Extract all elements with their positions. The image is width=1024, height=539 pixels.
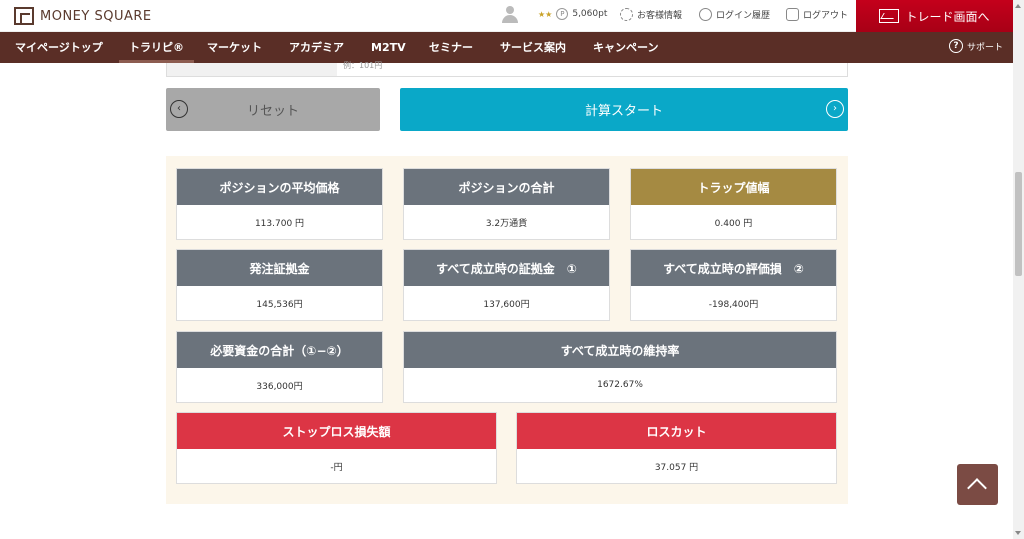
trade-screen-label: トレード画面へ [905, 9, 990, 24]
nav-item-academia[interactable]: アカデミア [289, 32, 344, 63]
calculate-start-button[interactable]: 計算スタート › [400, 88, 848, 131]
result-value: 1672.67% [597, 380, 643, 390]
nav-item-traripi[interactable]: トラリピ® [119, 32, 194, 63]
back-to-top-button[interactable] [957, 464, 998, 505]
result-stop-loss: ストップロス損失額 -円 [176, 412, 497, 484]
points-display: ★★ P 5,060pt [538, 8, 607, 20]
support-label: サポート [966, 42, 1003, 53]
result-label: ストップロス損失額 [177, 413, 496, 449]
nav-item-m2tv[interactable]: M2TV [371, 32, 406, 63]
main-nav: マイページトップ トラリピ® マーケット アカデミア M2TV セミナー サービ… [0, 32, 1013, 63]
customer-info-link[interactable]: お客様情報 [620, 8, 682, 21]
result-loss-cut: ロスカット 37.057 円 [516, 412, 837, 484]
result-label: ポジションの合計 [404, 169, 609, 205]
result-value: 113.700 円 [254, 218, 305, 229]
reset-button[interactable]: ‹ リセット [166, 88, 380, 131]
point-coin-icon: P [556, 8, 569, 20]
input-label-cell [167, 63, 337, 76]
result-value: 37.057 円 [654, 462, 699, 473]
arrow-right-circle-icon: › [826, 100, 844, 118]
scroll-down-arrow-icon[interactable] [1015, 531, 1021, 535]
points-value: 5,060pt [572, 9, 608, 19]
arrow-left-circle-icon: ‹ [170, 100, 188, 118]
result-position-total: ポジションの合計 3.2万通貨 [403, 168, 610, 240]
top-header: MONEY SQUARE ★★ P 5,060pt お客様情報 ログイン履歴 ロ… [0, 0, 1013, 32]
result-value: 0.400 円 [714, 218, 753, 229]
result-label: すべて成立時の維持率 [404, 332, 836, 368]
result-label: トラップ値幅 [631, 169, 836, 205]
result-value: 145,536円 [256, 299, 303, 310]
logo-mark-icon [14, 7, 34, 25]
results-panel: ポジションの平均価格 113.700 円 ポジションの合計 3.2万通貨 トラッ… [166, 156, 848, 504]
brand-name: MONEY SQUARE [40, 8, 152, 24]
nav-item-mypage[interactable]: マイページトップ [15, 32, 103, 63]
login-history-label: ログイン履歴 [716, 11, 771, 21]
customer-info-label: お客様情報 [637, 11, 683, 21]
trade-screen-button[interactable]: トレード画面へ [856, 0, 1013, 32]
history-clock-icon [699, 8, 712, 21]
result-label: 必要資金の合計（①−②） [177, 332, 382, 368]
chart-icon [879, 9, 900, 23]
brand-logo[interactable]: MONEY SQUARE [14, 7, 152, 25]
result-label: すべて成立時の証拠金 ① [404, 250, 609, 286]
start-label: 計算スタート [584, 104, 663, 119]
nav-item-market[interactable]: マーケット [207, 32, 262, 63]
result-required-funds: 必要資金の合計（①−②） 336,000円 [176, 331, 383, 403]
result-order-margin: 発注証拠金 145,536円 [176, 249, 383, 321]
result-margin-all-filled: すべて成立時の証拠金 ① 137,600円 [403, 249, 610, 321]
nav-item-campaign[interactable]: キャンペーン [593, 32, 658, 63]
input-hint: 例：101円 [343, 61, 383, 70]
support-link[interactable]: ? サポート [948, 39, 1003, 53]
result-value: 137,600円 [483, 299, 530, 310]
gear-icon [620, 8, 633, 21]
result-value: 3.2万通貨 [485, 218, 528, 229]
result-label: すべて成立時の評価損 ② [631, 250, 836, 286]
result-label: 発注証拠金 [177, 250, 382, 286]
user-icon[interactable] [502, 6, 518, 24]
result-avg-price: ポジションの平均価格 113.700 円 [176, 168, 383, 240]
logout-link[interactable]: ログアウト [786, 8, 848, 21]
result-value: -円 [330, 462, 343, 473]
logout-label: ログアウト [803, 11, 849, 21]
result-value: 336,000円 [256, 381, 303, 392]
result-value: -198,400円 [708, 299, 759, 310]
vertical-scrollbar[interactable] [1013, 0, 1024, 539]
partial-input-row: 例：101円 [166, 61, 848, 77]
logout-icon [786, 8, 799, 21]
result-maintenance-rate: すべて成立時の維持率 1672.67% [403, 331, 837, 403]
result-label: ロスカット [517, 413, 836, 449]
result-trap-width: トラップ値幅 0.400 円 [630, 168, 837, 240]
login-history-link[interactable]: ログイン履歴 [699, 8, 770, 21]
scroll-thumb[interactable] [1015, 172, 1022, 276]
nav-item-seminar[interactable]: セミナー [429, 32, 473, 63]
nav-item-services[interactable]: サービス案内 [500, 32, 566, 63]
scroll-up-arrow-icon[interactable] [1015, 4, 1021, 8]
rank-stars-icon: ★★ [538, 9, 553, 19]
result-unrealized-loss: すべて成立時の評価損 ② -198,400円 [630, 249, 837, 321]
result-label: ポジションの平均価格 [177, 169, 382, 205]
reset-label: リセット [246, 104, 299, 119]
help-icon: ? [948, 39, 963, 53]
